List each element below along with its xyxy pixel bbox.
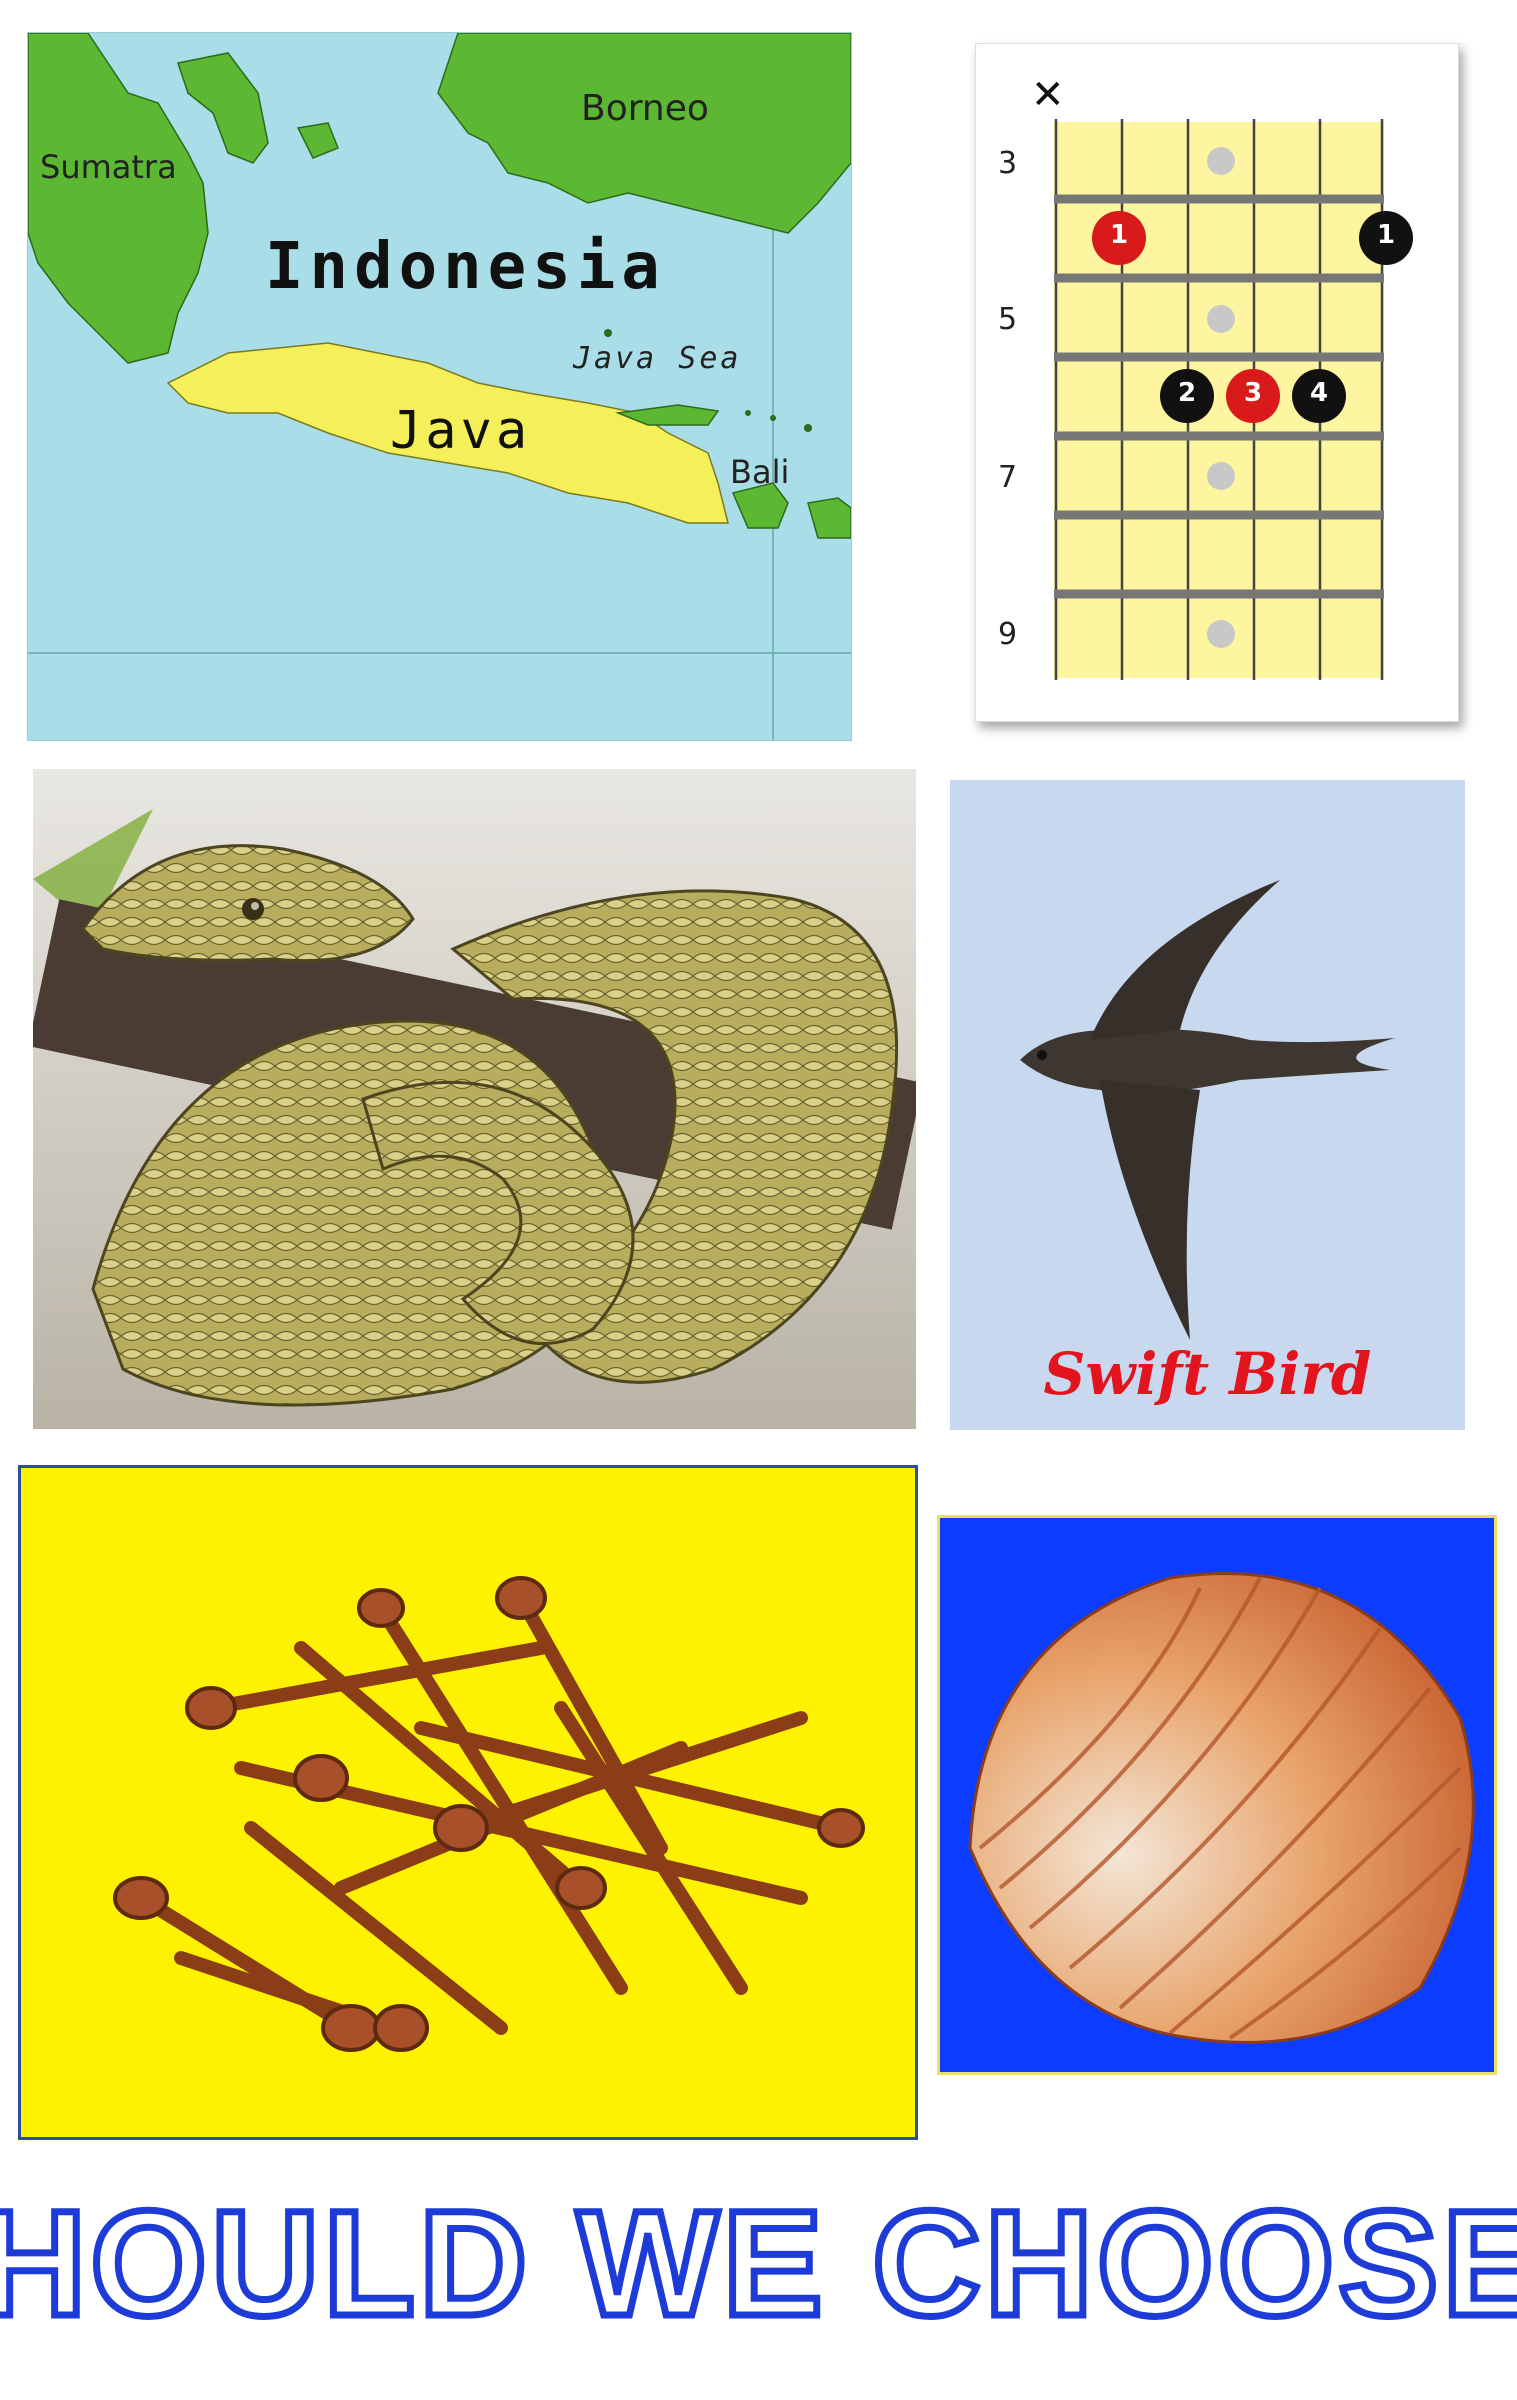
map-label-java-sea: Java Sea [573,341,742,376]
muted-string-icon: ✕ [1031,72,1065,118]
headline-text: SHOULD WE CHOOSE? [0,2179,1517,2347]
map-label-sumatra: Sumatra [40,148,177,186]
finger-label-4: 4 [1309,378,1329,408]
rusty-nails-photo [18,1465,918,2140]
map-label-indonesia: Indonesia [265,230,666,304]
swift-bird-photo: Swift Bird [950,780,1465,1430]
python-snake-photo [33,769,916,1429]
nails-illustration [21,1468,915,2137]
fret-number-9: 9 [998,617,1018,652]
guitar-chord-diagram: ✕ 3 5 7 9 1 1 2 3 4 [975,43,1459,722]
map-label-bali: Bali [730,453,790,491]
finger-label-1b: 1 [1376,220,1396,250]
map-label-borneo: Borneo [581,88,709,129]
indonesia-map: Sumatra Borneo Indonesia Java Java Sea B… [27,32,852,741]
swift-bird-caption: Swift Bird [1043,1340,1372,1408]
finger-label-1a: 1 [1109,220,1129,250]
headline-container: SHOULD WE CHOOSE? [0,2175,1517,2355]
headline-graphic: SHOULD WE CHOOSE? [0,2176,1517,2351]
map-graphic [28,33,851,740]
fret-number-5: 5 [998,302,1018,337]
fretboard-graphic [1054,119,1413,680]
fret-number-3: 3 [998,146,1018,181]
python-illustration [33,769,916,1429]
shell-illustration [940,1518,1494,2072]
cockle-shell-photo [937,1515,1497,2075]
map-label-java: Java [390,401,532,461]
swift-bird-illustration [950,780,1465,1430]
finger-label-2: 2 [1177,378,1197,408]
fret-number-7: 7 [998,460,1018,495]
finger-label-3: 3 [1243,378,1263,408]
